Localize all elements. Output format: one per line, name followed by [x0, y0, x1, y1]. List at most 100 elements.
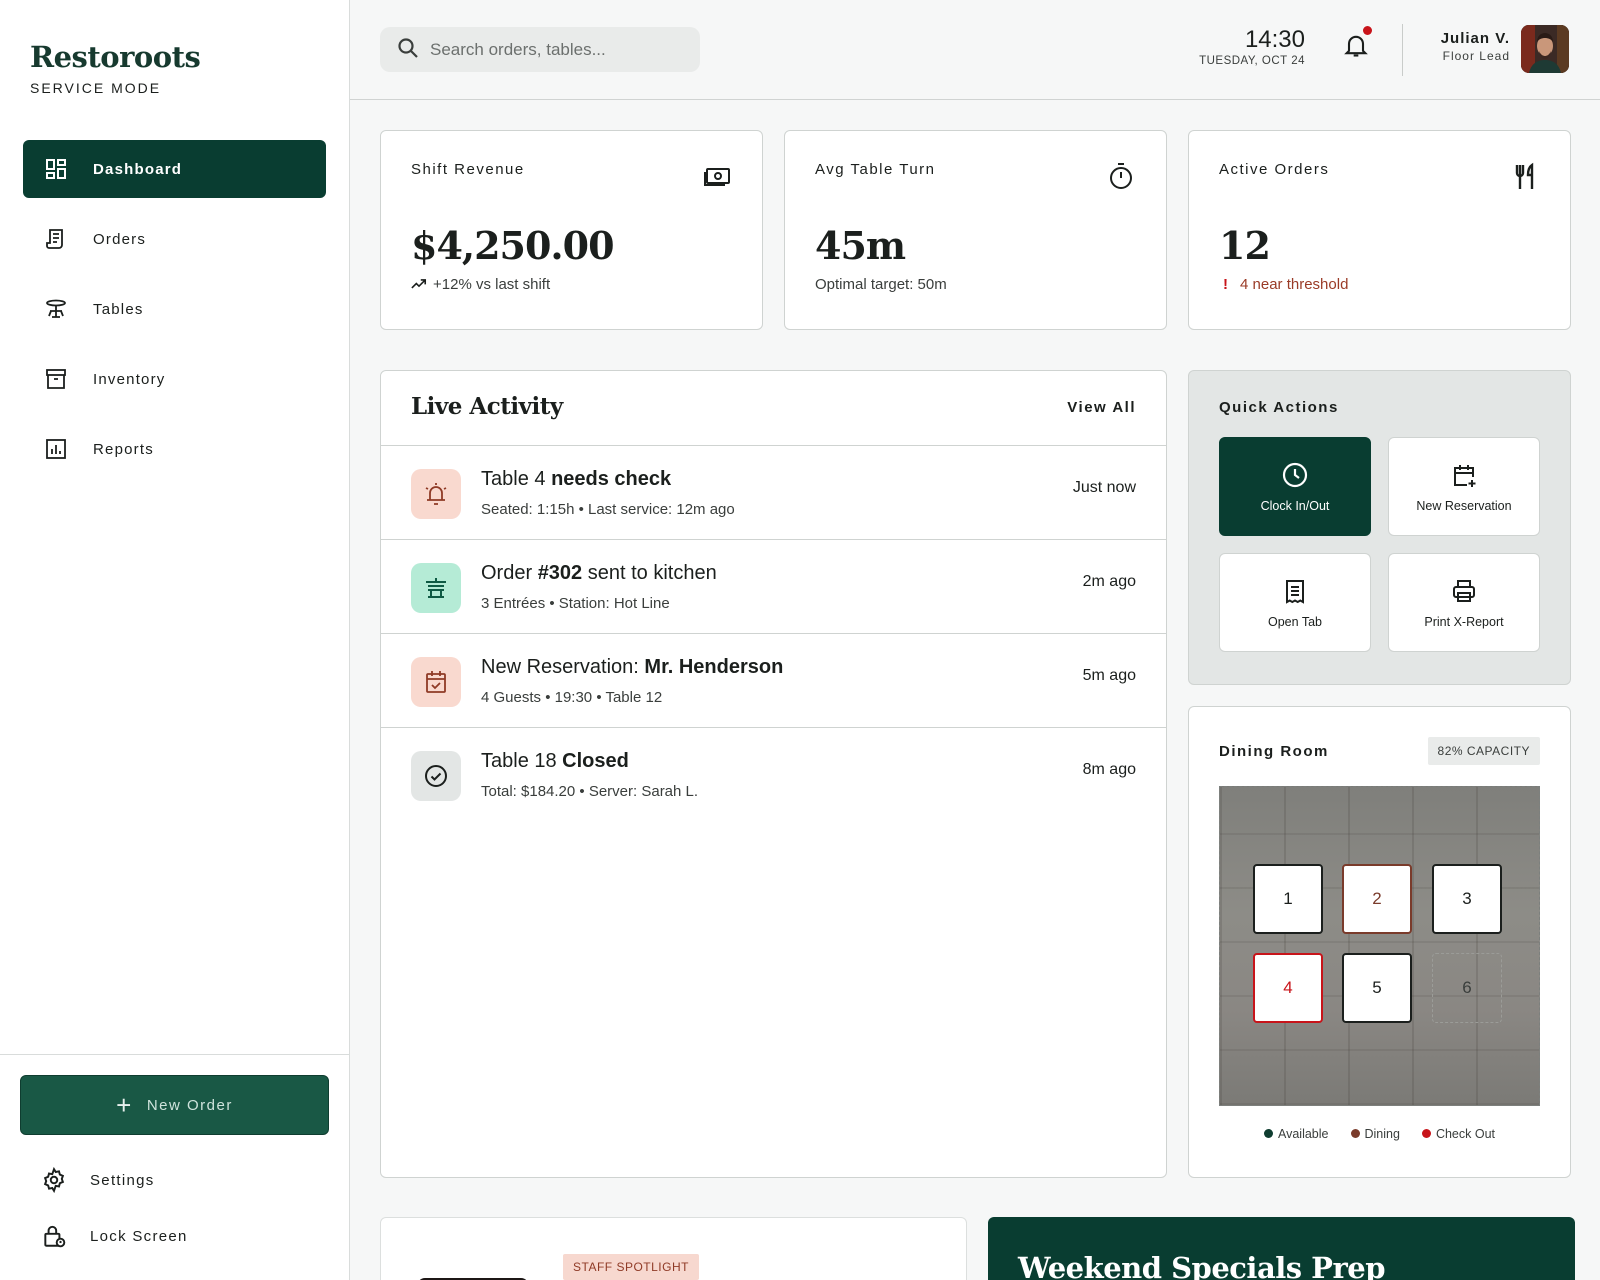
legend-label: Dining	[1364, 1127, 1400, 1141]
activity-title: Table 4 needs check	[481, 468, 671, 491]
lock-screen-link[interactable]: Lock Screen	[40, 1222, 188, 1250]
activity-row[interactable]: New Reservation: Mr. Henderson 4 Guests •…	[381, 634, 1166, 728]
legend-dot	[1263, 1129, 1273, 1138]
archive-box-icon	[43, 366, 69, 392]
lock-icon	[40, 1222, 68, 1250]
activity-title-text: sent to kitchen	[582, 562, 717, 584]
receipt-long-icon	[1286, 579, 1304, 604]
activity-time: Just now	[1072, 479, 1136, 496]
stat-card-active-orders: Active Orders 12 ! 4 near threshold	[1188, 130, 1571, 330]
user-name: Julian V.	[1440, 30, 1510, 47]
activity-time: 8m ago	[1082, 761, 1136, 778]
table-3[interactable]: 3	[1432, 864, 1502, 934]
lock-screen-label: Lock Screen	[90, 1227, 188, 1245]
user-role: Floor Lead	[1442, 49, 1510, 63]
warning-icon: !	[1223, 276, 1228, 293]
notification-dot	[1363, 26, 1372, 35]
new-order-label: New Order	[146, 1096, 233, 1114]
activity-detail: 4 Guests • 19:30 • Table 12	[481, 689, 663, 706]
weekend-specials-title: Weekend Specials Prep	[1018, 1251, 1386, 1280]
activity-title-emphasis: needs check	[551, 468, 672, 490]
stat-value: $4,250.00	[411, 223, 615, 268]
activity-title-text: Table 4	[481, 468, 552, 490]
quick-action-label: Clock In/Out	[1260, 498, 1330, 513]
brand-name: Restoroots	[30, 40, 201, 74]
stat-warning: ! 4 near threshold	[1219, 276, 1348, 293]
table-1[interactable]: 1	[1253, 864, 1323, 934]
sidebar-item-label: Reports	[93, 440, 154, 458]
activity-title-text: Order	[481, 562, 538, 584]
table-5[interactable]: 5	[1342, 953, 1412, 1023]
sidebar-item-orders[interactable]: Orders	[23, 210, 326, 268]
activity-row[interactable]: Order #302 sent to kitchen 3 Entrées • St…	[381, 540, 1166, 634]
sidebar-divider	[0, 1054, 350, 1055]
check-circle-icon	[411, 751, 461, 801]
table-4[interactable]: 4	[1253, 953, 1323, 1023]
top-header: 14:30 TUESDAY, OCT 24 Julian V. Floor Le…	[350, 0, 1600, 100]
user-info[interactable]: Julian V. Floor Lead	[1410, 30, 1510, 63]
stat-sub-text: 4 near threshold	[1240, 276, 1349, 293]
weekend-specials-card[interactable]: Weekend Specials Prep	[988, 1217, 1575, 1280]
legend-dot	[1421, 1129, 1431, 1138]
quick-actions-title: Quick Actions	[1219, 399, 1339, 416]
view-all-link[interactable]: View All	[1067, 399, 1136, 416]
floor-plan: 123 456	[1219, 786, 1540, 1106]
plus-icon: +	[116, 1090, 133, 1120]
calendar-plus-icon	[1454, 464, 1476, 487]
gear-icon	[40, 1166, 68, 1194]
stat-label: Avg Table Turn	[815, 161, 936, 178]
activity-detail: Total: $184.20 • Server: Sarah L.	[481, 783, 699, 800]
table-6[interactable]: 6	[1432, 953, 1502, 1023]
activity-title-text: Table 18	[481, 750, 563, 772]
legend-label: Available	[1277, 1127, 1329, 1141]
dining-room-title: Dining Room	[1219, 743, 1329, 760]
legend-item: Check Out	[1421, 1127, 1495, 1141]
notifications-button[interactable]	[1342, 26, 1372, 62]
stat-trend: +12% vs last shift	[411, 276, 550, 293]
new-order-button[interactable]: + New Order	[20, 1075, 329, 1135]
activity-detail: 3 Entrées • Station: Hot Line	[481, 595, 670, 612]
sidebar-item-label: Dashboard	[93, 160, 183, 178]
dashboard-icon	[43, 156, 69, 182]
live-activity-panel: Live Activity View All Table 4 needs che…	[380, 370, 1167, 1178]
cash-icon	[702, 161, 732, 191]
sidebar-item-inventory[interactable]: Inventory	[23, 350, 326, 408]
quick-actions-panel: Quick Actions Clock In/Out New Reservati…	[1188, 370, 1571, 685]
sidebar-item-dashboard[interactable]: Dashboard	[23, 140, 326, 198]
live-activity-header: Live Activity View All	[381, 371, 1166, 446]
sidebar-nav: Dashboard Orders Tables Inventory Report…	[23, 140, 326, 490]
bell-alert-icon	[411, 469, 461, 519]
calendar-check-icon	[411, 657, 461, 707]
activity-title-emphasis: #302	[537, 562, 583, 584]
stat-sub-text: +12% vs last shift	[433, 276, 551, 293]
quick-action-label: Print X-Report	[1424, 614, 1504, 629]
activity-time: 5m ago	[1082, 667, 1136, 684]
print-x-report-button[interactable]: Print X-Report	[1388, 553, 1540, 652]
search-input[interactable]	[430, 39, 680, 60]
receipt-icon	[43, 226, 69, 252]
sidebar-item-reports[interactable]: Reports	[23, 420, 326, 478]
search-bar[interactable]	[380, 27, 700, 72]
sidebar-item-label: Tables	[93, 300, 144, 318]
open-tab-button[interactable]: Open Tab	[1219, 553, 1371, 652]
quick-action-label: Open Tab	[1268, 614, 1322, 629]
clock-date: TUESDAY, OCT 24	[1199, 55, 1305, 67]
activity-detail: Seated: 1:15h • Last service: 12m ago	[481, 501, 735, 518]
clock-in-out-button[interactable]: Clock In/Out	[1219, 437, 1371, 536]
activity-row[interactable]: Table 18 Closed Total: $184.20 • Server: …	[381, 728, 1166, 822]
legend-item: Dining	[1350, 1127, 1400, 1141]
activity-row[interactable]: Table 4 needs check Seated: 1:15h • Last …	[381, 446, 1166, 540]
capacity-badge: 82% CAPACITY	[1427, 737, 1540, 765]
stat-card-revenue: Shift Revenue $4,250.00 +12% vs last shi…	[380, 130, 763, 330]
quick-action-label: New Reservation	[1416, 498, 1512, 513]
staff-spotlight-card: STAFF SPOTLIGHT	[380, 1217, 967, 1280]
printer-icon	[1453, 579, 1475, 602]
sidebar-item-label: Inventory	[93, 370, 166, 388]
avatar[interactable]	[1521, 25, 1569, 73]
table-2[interactable]: 2	[1342, 864, 1412, 934]
sidebar-item-tables[interactable]: Tables	[23, 280, 326, 338]
new-reservation-button[interactable]: New Reservation	[1388, 437, 1540, 536]
staff-spotlight-badge: STAFF SPOTLIGHT	[563, 1254, 699, 1280]
settings-link[interactable]: Settings	[40, 1166, 155, 1194]
legend-item: Available	[1263, 1127, 1329, 1141]
